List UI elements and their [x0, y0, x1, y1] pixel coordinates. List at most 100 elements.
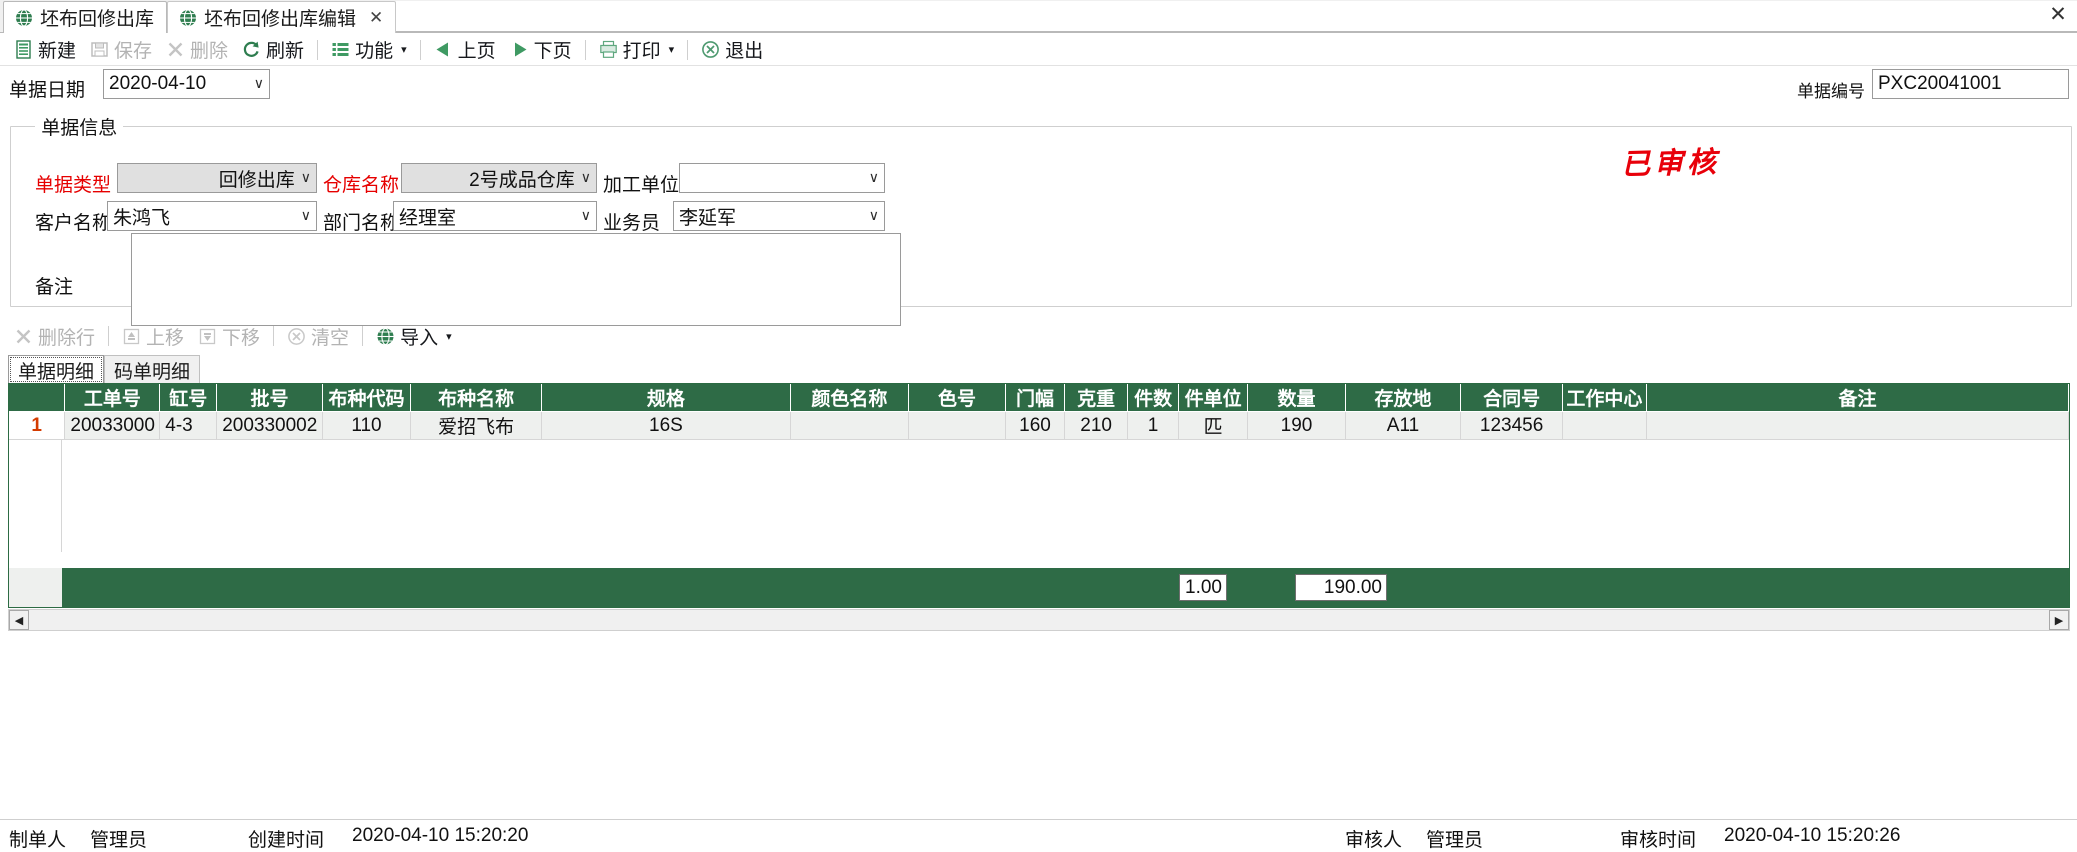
detail-grid-table: 工单号 缸号 批号 布种代码 布种名称 规格 颜色名称 色号 门幅 克重 件数 件单位 数量 存放地 合同号… — [9, 384, 2069, 440]
delete-row-button[interactable]: 删除行 — [7, 323, 102, 349]
document-no-input[interactable]: PXC20041001 — [1872, 69, 2069, 99]
cell-vat_no[interactable]: 4-3 — [159, 411, 218, 440]
grid-header-idx[interactable] — [9, 384, 66, 412]
main-toolbar: 新建 保存 删除 刷新 功能 ▾ 上页 下页 打印 ▾ 退出 — [0, 34, 2077, 66]
cell-location[interactable]: A11 — [1345, 411, 1462, 440]
grid-header-work_center[interactable]: 工作中心 — [1562, 384, 1648, 412]
grid-header-piece_unit[interactable]: 件单位 — [1178, 384, 1249, 412]
grid-header-pieces[interactable]: 件数 — [1127, 384, 1179, 412]
import-button[interactable]: 导入 ▾ — [369, 323, 459, 349]
cell-width_cm[interactable]: 160 — [1005, 411, 1066, 440]
move-down-button[interactable]: 下移 — [191, 323, 267, 349]
processor-label: 加工单位 — [603, 175, 680, 196]
refresh-icon — [242, 40, 261, 59]
grid-header-fabric_code[interactable]: 布种代码 — [322, 384, 412, 412]
cell-contract_no[interactable]: 123456 — [1460, 411, 1563, 440]
prev-page-button[interactable]: 上页 — [427, 37, 503, 63]
row-index-cell[interactable]: 1 — [9, 411, 66, 440]
processor-select[interactable]: ∨ — [679, 163, 885, 193]
grid-header-spec[interactable]: 规格 — [541, 384, 791, 412]
doc-type-select[interactable]: 回修出库 ∨ — [117, 163, 317, 193]
created-time-label: 创建时间 — [248, 830, 325, 851]
refresh-button[interactable]: 刷新 — [235, 37, 311, 63]
tab-pifu-huixiu-chuku[interactable]: 坯布回修出库 — [3, 1, 168, 33]
scroll-left-button[interactable]: ◀ — [9, 610, 29, 630]
window-close-button[interactable]: ✕ — [2045, 1, 2071, 27]
audited-time-value: 2020-04-10 15:20:26 — [1724, 825, 1901, 846]
grid-header-quantity[interactable]: 数量 — [1247, 384, 1346, 412]
salesperson-label: 业务员 — [603, 213, 661, 234]
cell-work_order[interactable]: 20033000 — [64, 411, 161, 440]
cell-color_no[interactable] — [908, 411, 1006, 440]
grid-header-gram_wt[interactable]: 克重 — [1064, 384, 1129, 412]
cell-fabric_name[interactable]: 爱招飞布 — [410, 411, 542, 440]
detail-tab-label: 码单明细 — [114, 361, 191, 383]
new-button[interactable]: 新建 — [7, 37, 83, 63]
globe-icon — [179, 8, 197, 27]
scroll-right-button[interactable]: ▶ — [2049, 610, 2069, 630]
next-page-button[interactable]: 下页 — [503, 37, 579, 63]
exit-button-label: 退出 — [725, 41, 764, 62]
tab-document-detail[interactable]: 单据明细 — [8, 355, 105, 384]
cell-work_center[interactable] — [1562, 411, 1648, 440]
clear-button[interactable]: 清空 — [280, 323, 356, 349]
chevron-down-icon: ∨ — [580, 170, 591, 186]
grid-header-width_cm[interactable]: 门幅 — [1005, 384, 1066, 412]
grid-header-fabric_name[interactable]: 布种名称 — [410, 384, 542, 412]
customer-label: 客户名称 — [35, 213, 112, 234]
grid-header-color_no[interactable]: 色号 — [908, 384, 1006, 412]
cell-fabric_code[interactable]: 110 — [322, 411, 412, 440]
detail-grid[interactable]: 工单号 缸号 批号 布种代码 布种名称 规格 颜色名称 色号 门幅 克重 件数 件单位 数量 存放地 合同号… — [8, 383, 2070, 608]
cell-piece_unit[interactable]: 匹 — [1178, 411, 1249, 440]
cell-quantity[interactable]: 190 — [1247, 411, 1346, 440]
delete-button[interactable]: 删除 — [159, 37, 235, 63]
grid-header-remark[interactable]: 备注 — [1646, 384, 2069, 412]
remark-textarea[interactable] — [131, 233, 901, 326]
delete-button-label: 删除 — [190, 41, 229, 62]
delete-x-icon — [166, 40, 185, 59]
table-row[interactable]: 1 20033000 4-3 200330002 110 爱招飞布 16S 160 210 1 匹 1… — [9, 411, 2069, 440]
salesperson-value: 李延军 — [679, 207, 737, 229]
document-date-input[interactable]: 2020-04-10 ∨ — [103, 69, 270, 99]
cell-spec[interactable]: 16S — [541, 411, 791, 440]
close-icon[interactable]: ✕ — [369, 8, 383, 28]
document-date-row: 单据日期 2020-04-10 ∨ 已审核 单据编号 PXC20041001 — [0, 68, 2077, 181]
cell-remark[interactable] — [1646, 411, 2069, 440]
grid-header-contract_no[interactable]: 合同号 — [1460, 384, 1563, 412]
toolbar-separator — [687, 39, 689, 60]
grid-header-vat_no[interactable]: 缸号 — [159, 384, 218, 412]
function-menu-button[interactable]: 功能 ▾ — [324, 37, 414, 63]
grid-header-location[interactable]: 存放地 — [1345, 384, 1462, 412]
new-document-icon — [14, 40, 33, 59]
cell-color_name[interactable] — [790, 411, 909, 440]
customer-select[interactable]: 朱鸿飞 ∨ — [107, 201, 317, 231]
clear-label: 清空 — [311, 327, 350, 349]
cell-pieces[interactable]: 1 — [1127, 411, 1179, 440]
department-value: 经理室 — [399, 207, 457, 229]
grid-header-color_name[interactable]: 颜色名称 — [790, 384, 909, 412]
globe-icon — [15, 8, 33, 27]
tab-code-list-detail[interactable]: 码单明细 — [104, 355, 201, 384]
remark-value — [132, 234, 900, 242]
chevron-down-icon: ▾ — [446, 329, 452, 343]
grid-header-batch_no[interactable]: 批号 — [216, 384, 323, 412]
tab-pifu-huixiu-chuku-edit[interactable]: 坯布回修出库编辑 ✕ — [167, 1, 397, 33]
move-up-button[interactable]: 上移 — [115, 323, 191, 349]
salesperson-select[interactable]: 李延军 ∨ — [673, 201, 885, 231]
list-menu-icon — [331, 40, 350, 59]
print-button[interactable]: 打印 ▾ — [592, 37, 682, 63]
grid-empty-area[interactable] — [9, 440, 2069, 552]
delete-row-x-icon — [14, 327, 33, 346]
move-down-label: 下移 — [222, 327, 261, 349]
cell-gram_wt[interactable]: 210 — [1064, 411, 1129, 440]
save-button[interactable]: 保存 — [83, 37, 159, 63]
created-time-value: 2020-04-10 15:20:20 — [352, 825, 529, 846]
department-select[interactable]: 经理室 ∨ — [393, 201, 597, 231]
exit-button[interactable]: 退出 — [694, 37, 770, 63]
cell-batch_no[interactable]: 200330002 — [216, 411, 323, 440]
warehouse-select[interactable]: 2号成品仓库 ∨ — [401, 163, 597, 193]
printer-icon — [599, 40, 618, 59]
warehouse-label: 仓库名称 — [323, 175, 400, 196]
grid-horizontal-scrollbar[interactable]: ◀ ▶ — [8, 609, 2070, 631]
grid-header-work_order[interactable]: 工单号 — [64, 384, 161, 412]
